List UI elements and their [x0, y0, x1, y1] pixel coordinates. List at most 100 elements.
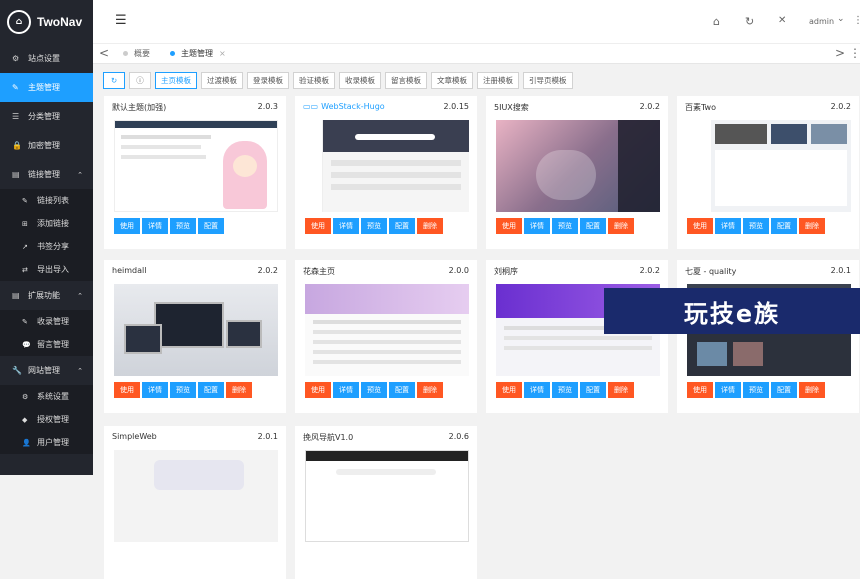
sidebar-subitem-collect[interactable]: ✎收录管理	[0, 310, 93, 333]
preview-button[interactable]: 预览	[361, 218, 387, 234]
theme-name: 花森主页	[303, 266, 335, 277]
preview-button[interactable]: 预览	[552, 382, 578, 398]
config-button[interactable]: 配置	[580, 218, 606, 234]
info-button[interactable]: ⓘ	[129, 72, 151, 89]
config-button[interactable]: 配置	[198, 218, 224, 234]
detail-button[interactable]: 详情	[715, 218, 741, 234]
theme-name: 5IUX搜索	[494, 102, 529, 113]
close-icon[interactable]: ×	[219, 49, 226, 58]
tab-collect-template[interactable]: 收录模板	[339, 72, 381, 89]
preview-button[interactable]: 预览	[552, 218, 578, 234]
sidebar-group-extensions[interactable]: ▤扩展功能⌃	[0, 281, 93, 310]
tab-article-template[interactable]: 文章模板	[431, 72, 473, 89]
sidebar-subitem-link-list[interactable]: ✎链接列表	[0, 189, 93, 212]
theme-thumbnail[interactable]	[114, 284, 278, 376]
tab-verify-template[interactable]: 验证模板	[293, 72, 335, 89]
list-icon: ☰	[12, 112, 24, 121]
theme-version: 2.0.0	[449, 266, 469, 275]
preview-button[interactable]: 预览	[361, 382, 387, 398]
tab-overview[interactable]: 概要	[113, 44, 160, 64]
config-button[interactable]: 配置	[389, 382, 415, 398]
preview-button[interactable]: 预览	[170, 382, 196, 398]
theme-thumbnail[interactable]	[305, 120, 469, 212]
sidebar-subitem-system[interactable]: ⚙系统设置	[0, 385, 93, 408]
sidebar-item-theme[interactable]: ✎主题管理	[0, 73, 93, 102]
menu-toggle-icon[interactable]: ☰	[115, 13, 127, 28]
use-button[interactable]: 使用	[114, 218, 140, 234]
use-button[interactable]: 使用	[496, 382, 522, 398]
tab-prev-icon[interactable]: <	[99, 46, 109, 60]
delete-button[interactable]: 删除	[226, 382, 252, 398]
tab-register-template[interactable]: 注册模板	[477, 72, 519, 89]
use-button[interactable]: 使用	[305, 382, 331, 398]
delete-button[interactable]: 删除	[799, 382, 825, 398]
pen-icon: ✎	[22, 318, 34, 326]
refresh-icon[interactable]: ↻	[745, 15, 754, 28]
config-button[interactable]: 配置	[771, 382, 797, 398]
refresh-button[interactable]: ↻	[103, 72, 125, 89]
sidebar-subitem-messages[interactable]: 💬留言管理	[0, 333, 93, 356]
delete-button[interactable]: 删除	[417, 382, 443, 398]
delete-button[interactable]: 删除	[799, 218, 825, 234]
tab-guide-template[interactable]: 引导页模板	[523, 72, 573, 89]
theme-name: 七夏 - quality	[685, 266, 736, 277]
sidebar-item-category[interactable]: ☰分类管理	[0, 102, 93, 131]
use-button[interactable]: 使用	[114, 382, 140, 398]
more-icon[interactable]: ⋮	[853, 15, 860, 26]
user-menu[interactable]: admin	[809, 17, 834, 26]
theme-actions: 使用 详情 预览 配置 删除	[305, 218, 445, 234]
theme-version: 2.0.2	[640, 266, 660, 275]
theme-thumbnail[interactable]	[687, 120, 851, 212]
sidebar-subitem-bookmark-share[interactable]: ↗书签分享	[0, 235, 93, 258]
preview-button[interactable]: 预览	[743, 382, 769, 398]
tab-home-template[interactable]: 主页模板	[155, 72, 197, 89]
preview-button[interactable]: 预览	[743, 218, 769, 234]
tab-more-icon[interactable]: ⋮	[849, 46, 860, 60]
detail-button[interactable]: 详情	[333, 218, 359, 234]
sidebar-subitem-import-export[interactable]: ⇄导出导入	[0, 258, 93, 281]
detail-button[interactable]: 详情	[524, 382, 550, 398]
theme-thumbnail[interactable]	[305, 450, 469, 542]
sidebar-group-links[interactable]: ▤链接管理⌃	[0, 160, 93, 189]
fullscreen-icon[interactable]: ✕	[778, 15, 786, 26]
home-icon[interactable]: ⌂	[713, 15, 720, 28]
theme-thumbnail[interactable]	[114, 450, 278, 542]
tab-theme-manage[interactable]: 主题管理×	[160, 44, 236, 64]
config-button[interactable]: 配置	[389, 218, 415, 234]
config-button[interactable]: 配置	[198, 382, 224, 398]
use-button[interactable]: 使用	[305, 218, 331, 234]
theme-actions: 使用 详情 预览 配置 删除	[114, 382, 254, 398]
delete-button[interactable]: 删除	[608, 218, 634, 234]
delete-button[interactable]: 删除	[417, 218, 443, 234]
tab-next-icon[interactable]: >	[835, 46, 845, 60]
sidebar-subitem-users[interactable]: 👤用户管理	[0, 431, 93, 454]
detail-button[interactable]: 详情	[142, 382, 168, 398]
detail-button[interactable]: 详情	[524, 218, 550, 234]
config-button[interactable]: 配置	[771, 218, 797, 234]
theme-actions: 使用 详情 预览 配置	[114, 218, 226, 234]
sidebar-group-site[interactable]: 🔧网站管理⌃	[0, 356, 93, 385]
sidebar-item-encrypt[interactable]: 🔒加密管理	[0, 131, 93, 160]
chevron-down-icon[interactable]: ⌄	[837, 14, 845, 24]
delete-button[interactable]: 删除	[608, 382, 634, 398]
detail-button[interactable]: 详情	[333, 382, 359, 398]
theme-thumbnail[interactable]	[496, 120, 660, 212]
sidebar-item-site-settings[interactable]: ⚙站点设置	[0, 44, 93, 73]
use-button[interactable]: 使用	[687, 382, 713, 398]
detail-button[interactable]: 详情	[142, 218, 168, 234]
theme-thumbnail[interactable]	[305, 284, 469, 376]
use-button[interactable]: 使用	[496, 218, 522, 234]
use-button[interactable]: 使用	[687, 218, 713, 234]
sidebar-subitem-license[interactable]: ◆授权管理	[0, 408, 93, 431]
tab-transition-template[interactable]: 过渡模板	[201, 72, 243, 89]
detail-button[interactable]: 详情	[715, 382, 741, 398]
config-button[interactable]: 配置	[580, 382, 606, 398]
tab-message-template[interactable]: 留言模板	[385, 72, 427, 89]
logo[interactable]: ⌂ TwoNav	[0, 0, 93, 44]
preview-button[interactable]: 预览	[170, 218, 196, 234]
lock-icon: 🔒	[12, 141, 24, 150]
sidebar-item-label: 导出导入	[37, 264, 69, 275]
theme-thumbnail[interactable]	[114, 120, 278, 212]
tab-login-template[interactable]: 登录模板	[247, 72, 289, 89]
sidebar-subitem-add-link[interactable]: ⊞添加链接	[0, 212, 93, 235]
